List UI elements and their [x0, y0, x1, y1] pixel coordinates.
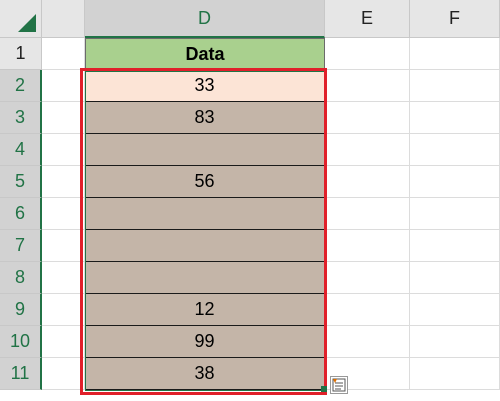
cell-c5[interactable]: [42, 166, 85, 198]
cell-e8[interactable]: [325, 262, 410, 294]
row-header-1[interactable]: 1: [0, 38, 42, 70]
cell-e6[interactable]: [325, 198, 410, 230]
cell-c10[interactable]: [42, 326, 85, 358]
cell-c6[interactable]: [42, 198, 85, 230]
cell-c7[interactable]: [42, 230, 85, 262]
cell-f4[interactable]: [410, 134, 500, 166]
cell-e5[interactable]: [325, 166, 410, 198]
cell-d3[interactable]: 83: [85, 102, 325, 134]
select-all-corner[interactable]: [0, 0, 42, 38]
row-header-7[interactable]: 7: [0, 230, 42, 262]
cell-d9[interactable]: 12: [85, 294, 325, 326]
row-header-10[interactable]: 10: [0, 326, 42, 358]
quick-analysis-glyph-icon: [332, 378, 346, 392]
row-header-5[interactable]: 5: [0, 166, 42, 198]
cell-e3[interactable]: [325, 102, 410, 134]
cell-d2[interactable]: 33: [85, 70, 325, 102]
cell-e4[interactable]: [325, 134, 410, 166]
column-header-c[interactable]: [42, 0, 85, 38]
cell-c11[interactable]: [42, 358, 85, 390]
cell-d6[interactable]: [85, 198, 325, 230]
cell-f3[interactable]: [410, 102, 500, 134]
cell-c8[interactable]: [42, 262, 85, 294]
select-all-triangle-icon: [18, 14, 36, 32]
cell-d5[interactable]: 56: [85, 166, 325, 198]
column-header-d[interactable]: D: [85, 0, 325, 38]
row-header-2[interactable]: 2: [0, 70, 42, 102]
cell-f2[interactable]: [410, 70, 500, 102]
cell-c3[interactable]: [42, 102, 85, 134]
cell-c4[interactable]: [42, 134, 85, 166]
cell-f11[interactable]: [410, 358, 500, 390]
row-header-8[interactable]: 8: [0, 262, 42, 294]
cell-c1[interactable]: [42, 38, 85, 70]
quick-analysis-icon[interactable]: [330, 376, 348, 394]
cell-f8[interactable]: [410, 262, 500, 294]
cell-e2[interactable]: [325, 70, 410, 102]
cell-c9[interactable]: [42, 294, 85, 326]
cell-e1[interactable]: [325, 38, 410, 70]
cell-f5[interactable]: [410, 166, 500, 198]
row-header-11[interactable]: 11: [0, 358, 42, 390]
cell-e9[interactable]: [325, 294, 410, 326]
cell-d7[interactable]: [85, 230, 325, 262]
cell-f7[interactable]: [410, 230, 500, 262]
row-header-3[interactable]: 3: [0, 102, 42, 134]
cell-e7[interactable]: [325, 230, 410, 262]
row-header-6[interactable]: 6: [0, 198, 42, 230]
cell-e10[interactable]: [325, 326, 410, 358]
cell-d10[interactable]: 99: [85, 326, 325, 358]
cell-f10[interactable]: [410, 326, 500, 358]
cell-f6[interactable]: [410, 198, 500, 230]
cell-c2[interactable]: [42, 70, 85, 102]
cell-d1-header[interactable]: Data: [85, 38, 325, 70]
row-header-4[interactable]: 4: [0, 134, 42, 166]
cell-f9[interactable]: [410, 294, 500, 326]
row-header-9[interactable]: 9: [0, 294, 42, 326]
column-header-f[interactable]: F: [410, 0, 500, 38]
cell-d11[interactable]: 38: [85, 358, 325, 390]
cell-f1[interactable]: [410, 38, 500, 70]
column-header-e[interactable]: E: [325, 0, 410, 38]
fill-handle[interactable]: [321, 386, 327, 392]
cell-d4[interactable]: [85, 134, 325, 166]
cell-d8[interactable]: [85, 262, 325, 294]
